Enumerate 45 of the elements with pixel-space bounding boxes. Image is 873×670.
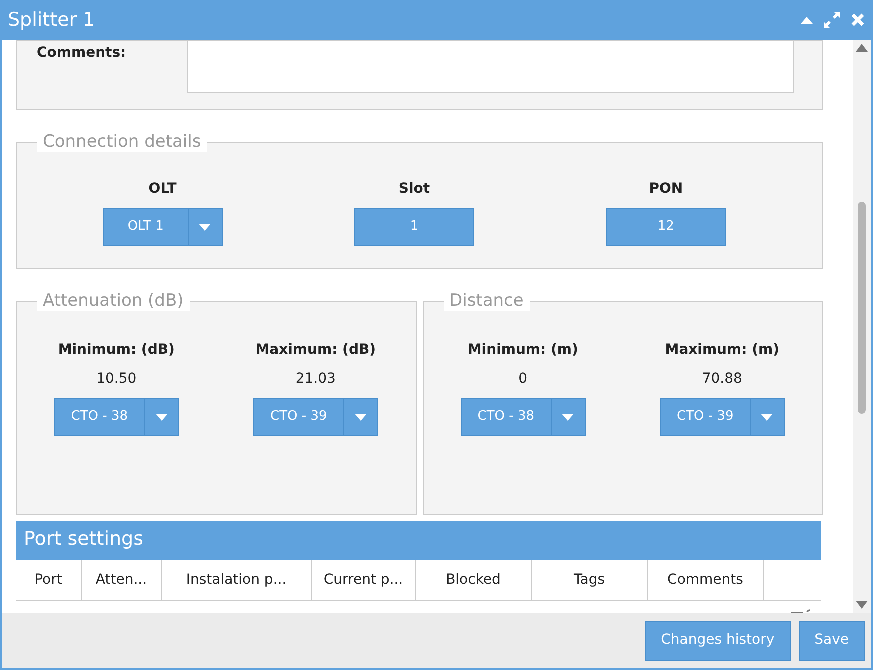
caret-icon bbox=[354, 414, 367, 420]
column-header[interactable]: Comments bbox=[648, 560, 764, 600]
maximize-icon[interactable] bbox=[823, 11, 841, 29]
field-label: PON bbox=[649, 180, 684, 199]
window-title: Splitter 1 bbox=[8, 8, 96, 33]
section-header: Port settings bbox=[16, 521, 821, 560]
field-value: 10.50 bbox=[96, 370, 137, 389]
section-legend: Connection details bbox=[37, 132, 208, 152]
field-value: 0 bbox=[518, 370, 528, 389]
scrollbar-thumb[interactable] bbox=[858, 202, 866, 414]
field-label: Comments: bbox=[37, 45, 128, 63]
comments-field[interactable] bbox=[187, 41, 794, 93]
field-label: Maximum: (m) bbox=[665, 341, 780, 360]
footer-button[interactable]: Changes history bbox=[645, 620, 791, 660]
column-header[interactable]: Instalation p... bbox=[162, 560, 312, 600]
dropdown[interactable]: CTO - 38 bbox=[460, 398, 586, 436]
section-legend: Attenuation (dB) bbox=[37, 291, 190, 311]
field-value: 21.03 bbox=[296, 370, 336, 389]
section-legend: Distance bbox=[444, 291, 530, 311]
value-button[interactable]: 12 bbox=[606, 208, 726, 246]
caret-icon bbox=[761, 414, 774, 420]
field-label: Slot bbox=[398, 180, 430, 199]
column-header[interactable]: Current p... bbox=[312, 560, 416, 600]
dropdown[interactable]: CTO - 38 bbox=[54, 398, 180, 436]
column-header[interactable]: Atten... bbox=[82, 560, 162, 600]
caret-icon bbox=[156, 414, 168, 420]
field-label: Minimum: (m) bbox=[468, 341, 578, 360]
caret-icon bbox=[199, 224, 212, 230]
dropdown[interactable]: CTO - 39 bbox=[253, 398, 378, 436]
close-icon[interactable] bbox=[851, 13, 865, 27]
scroll-down-icon[interactable] bbox=[856, 601, 868, 609]
collapse-icon[interactable] bbox=[801, 16, 813, 24]
footer-button[interactable]: Save bbox=[798, 620, 865, 660]
column-header[interactable]: Port bbox=[16, 560, 82, 600]
scroll-up-icon[interactable] bbox=[856, 44, 868, 52]
field-label: OLT bbox=[148, 180, 177, 199]
dropdown[interactable]: OLT 1 bbox=[102, 208, 223, 246]
caret-icon bbox=[562, 414, 574, 420]
field-value: 70.88 bbox=[702, 370, 742, 389]
field-label: Minimum: (dB) bbox=[58, 341, 175, 360]
column-header[interactable]: Tags bbox=[532, 560, 648, 600]
value-button[interactable]: 1 bbox=[354, 208, 474, 246]
column-header[interactable]: Blocked bbox=[416, 560, 532, 600]
dropdown[interactable]: CTO - 39 bbox=[660, 398, 785, 436]
field-label: Maximum: (dB) bbox=[256, 341, 376, 360]
